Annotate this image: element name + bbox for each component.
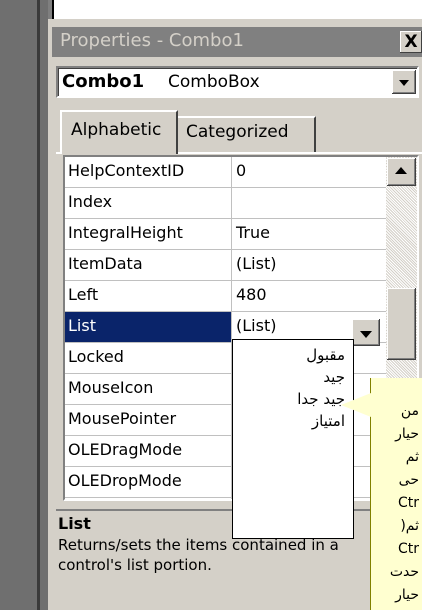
list-item[interactable]: مقبول <box>306 346 345 364</box>
tooltip-text: من حيار ثم حى Ctr ثم( Ctr حدت حيار <box>373 400 419 610</box>
chevron-up-icon <box>395 167 407 174</box>
property-name: List <box>68 316 96 335</box>
tooltip-line: من <box>400 403 419 419</box>
close-button[interactable]: X <box>400 31 422 53</box>
property-name: ItemData <box>68 254 143 273</box>
property-name: IntegralHeight <box>68 223 183 242</box>
tab-alphabetic-label: Alphabetic <box>71 120 162 140</box>
tooltip-line: Ctr <box>397 541 419 557</box>
window-title: Properties - Combo1 <box>60 30 244 51</box>
tooltip-line: حيار <box>395 587 419 603</box>
list-dropdown-popup[interactable]: مقبول جيد جيد جدا امتياز <box>232 339 354 539</box>
scrollbar-thumb[interactable] <box>387 288 416 360</box>
background-window <box>52 0 422 20</box>
property-name: HelpContextID <box>68 161 185 180</box>
property-value[interactable]: (List) <box>236 254 276 273</box>
tooltip-line: Ctr <box>397 495 419 511</box>
property-name: MouseIcon <box>68 378 154 397</box>
property-value[interactable]: 480 <box>236 285 267 304</box>
tooltip-line: حدت <box>389 564 419 580</box>
tooltip-line: ثم <box>405 449 419 465</box>
property-row[interactable]: HelpContextID 0 <box>65 157 386 188</box>
property-name: Locked <box>68 347 124 366</box>
property-value[interactable]: (List) <box>236 316 276 335</box>
property-row[interactable]: Left 480 <box>65 281 386 312</box>
property-value[interactable]: True <box>236 223 270 242</box>
chevron-down-icon <box>399 80 409 86</box>
object-name: Combo1 <box>62 71 145 92</box>
property-row[interactable]: IntegralHeight True <box>65 219 386 250</box>
list-item[interactable]: جيد جدا <box>297 390 345 408</box>
tooltip-line: حيار <box>395 426 419 442</box>
property-row[interactable]: ItemData (List) <box>65 250 386 281</box>
tooltip-pointer <box>341 393 371 417</box>
tooltip-line: ثم( <box>400 518 419 534</box>
property-name: MousePointer <box>68 409 177 428</box>
property-name: Index <box>68 192 113 211</box>
list-item[interactable]: جيد <box>323 368 345 386</box>
property-row[interactable]: Index <box>65 188 386 219</box>
description-title: List <box>58 514 91 533</box>
tab-categorized-label: Categorized <box>186 122 289 142</box>
description-text: Returns/sets the items contained in a co… <box>58 536 339 574</box>
object-type: ComboBox <box>168 72 260 92</box>
property-value[interactable]: 0 <box>236 161 246 180</box>
property-name: Left <box>68 285 99 304</box>
property-name: OLEDragMode <box>68 440 183 459</box>
left-gutter <box>0 0 48 610</box>
gutter-divider <box>37 0 40 610</box>
tooltip-line: حى <box>398 472 419 488</box>
property-name: OLEDropMode <box>68 471 182 490</box>
chevron-down-icon <box>360 331 372 338</box>
